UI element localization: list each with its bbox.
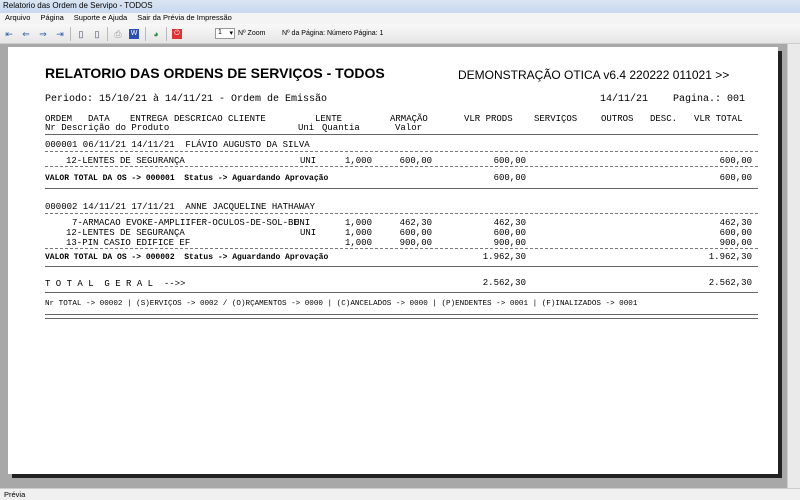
order-total-label: VALOR TOTAL DA OS -> 000002 Status -> Ag…	[45, 253, 329, 262]
two-pages-icon[interactable]: ▯	[91, 29, 103, 39]
col-nr-descricao: Nr Descrição do Produto	[45, 123, 170, 133]
col-valor: Valor	[395, 123, 423, 133]
vertical-scrollbar[interactable]	[787, 44, 800, 488]
grand-total-prods: 2.562,30	[482, 278, 526, 288]
item-qty: 1,000	[344, 228, 372, 238]
report-period: Periodo: 15/10/21 à 14/11/21 - Ordem de …	[45, 94, 328, 105]
order-header: 000001 06/11/21 14/11/21 FLÁVIO AUGUSTO …	[45, 140, 310, 150]
item-qty: 1,000	[344, 218, 372, 228]
item-desc: 12-LENTES DE SEGURANÇA	[66, 228, 185, 238]
grand-total-label: T O T A L G E R A L -->>	[45, 279, 186, 289]
item-total: 600,00	[719, 156, 752, 166]
window-title: Relatorio das Ordem de Servipo - TODOS	[3, 1, 153, 10]
order-total-prods: 1.962,30	[482, 252, 526, 262]
single-page-icon[interactable]: ▯	[75, 29, 87, 39]
menu-bar: Arquivo Página Suporte e Ajuda Sair da Prév…	[0, 13, 800, 24]
item-valor: 900,00	[399, 238, 432, 248]
item-total: 600,00	[719, 228, 752, 238]
next-page-icon[interactable]: ⇒	[37, 29, 49, 39]
item-valor: 600,00	[399, 228, 432, 238]
close-preview-icon[interactable]: ⏻	[172, 29, 182, 39]
item-desc: 12-LENTES DE SEGURANÇA	[66, 156, 185, 166]
zoom-select[interactable]: 1 ▾	[215, 28, 235, 39]
last-page-icon[interactable]: ⇥	[54, 29, 66, 39]
item-desc: 13-PIN CASIO EDIFICE EF	[66, 238, 191, 248]
item-desc: 7-ARMACAO EVOKE-AMPLIIFER-OCULOS-DE-SOL-…	[72, 218, 299, 228]
item-total: 900,00	[719, 238, 752, 248]
export-icon[interactable]: W	[129, 29, 139, 39]
item-uni: UNI	[300, 156, 317, 166]
report-title: RELATORIO DAS ORDENS DE SERVIÇOS - TODOS	[45, 65, 385, 81]
item-prods: 600,00	[493, 156, 526, 166]
report-page-number: Pagina.: 001	[673, 94, 746, 105]
item-qty: 1,000	[344, 156, 372, 166]
email-icon[interactable]: ◕	[150, 29, 162, 39]
order-total-value: 600,00	[719, 173, 752, 183]
item-total: 462,30	[719, 218, 752, 228]
item-prods: 900,00	[493, 238, 526, 248]
zoom-value: 1	[218, 29, 222, 36]
item-prods: 600,00	[493, 228, 526, 238]
preview-viewport: RELATORIO DAS ORDENS DE SERVIÇOS - TODOS…	[0, 44, 787, 488]
item-prods: 462,30	[493, 218, 526, 228]
col-vlr-prods: VLR PRODS	[464, 114, 513, 124]
item-uni: UNI	[300, 228, 317, 238]
col-desc: DESC.	[650, 114, 678, 124]
order-total-value: 1.962,30	[708, 252, 752, 262]
print-icon[interactable]: ⎙	[112, 29, 124, 39]
report-page: RELATORIO DAS ORDENS DE SERVIÇOS - TODOS…	[8, 47, 778, 474]
app-version: DEMONSTRAÇÃO OTICA v6.4 220222 011021 >>	[458, 68, 730, 82]
page-number-label: Nº da Página: Número Página: 1	[282, 30, 384, 37]
prev-page-icon[interactable]: ⇐	[20, 29, 32, 39]
item-uni: UNI	[294, 218, 311, 228]
menu-pagina[interactable]: Página	[40, 13, 63, 22]
item-valor: 600,00	[399, 156, 432, 166]
item-qty: 1,000	[344, 238, 372, 248]
col-servicos: SERVIÇOS	[534, 114, 578, 124]
report-date: 14/11/21	[600, 94, 649, 105]
title-bar: Relatorio das Ordem de Servipo - TODOS	[0, 0, 800, 13]
menu-sair[interactable]: Sair da Prévia de Impressão	[137, 13, 232, 22]
col-uni: Uni	[298, 123, 315, 133]
col-cliente: DESCRICAO CLIENTE	[174, 114, 266, 124]
menu-arquivo[interactable]: Arquivo	[5, 13, 30, 22]
first-page-icon[interactable]: ⇤	[3, 29, 15, 39]
order-header: 000002 14/11/21 17/11/21 ANNE JACQUELINE…	[45, 202, 316, 212]
item-valor: 462,30	[399, 218, 432, 228]
status-bar: Prévia	[0, 488, 800, 500]
col-vlr-total: VLR TOTAL	[694, 114, 743, 124]
summary-line: Nr TOTAL -> 00002 | (S)ERVIÇOS -> 0002 /…	[45, 300, 638, 308]
col-quantia: Quantia	[322, 123, 360, 133]
status-text: Prévia	[4, 490, 26, 499]
order-total-label: VALOR TOTAL DA OS -> 000001 Status -> Ag…	[45, 174, 329, 183]
chevron-down-icon: ▾	[229, 30, 233, 37]
menu-suporte[interactable]: Suporte e Ajuda	[74, 13, 127, 22]
order-total-prods: 600,00	[493, 173, 526, 183]
grand-total-value: 2.562,30	[708, 278, 752, 288]
zoom-label: Nº Zoom	[238, 30, 266, 37]
col-outros: OUTROS	[601, 114, 634, 124]
toolbar: ⇤ ⇐ ⇒ ⇥ ▯ ▯ ⎙ W ◕ ⏻ 1 ▾ Nº Zoom Nº da Pág…	[0, 24, 800, 44]
